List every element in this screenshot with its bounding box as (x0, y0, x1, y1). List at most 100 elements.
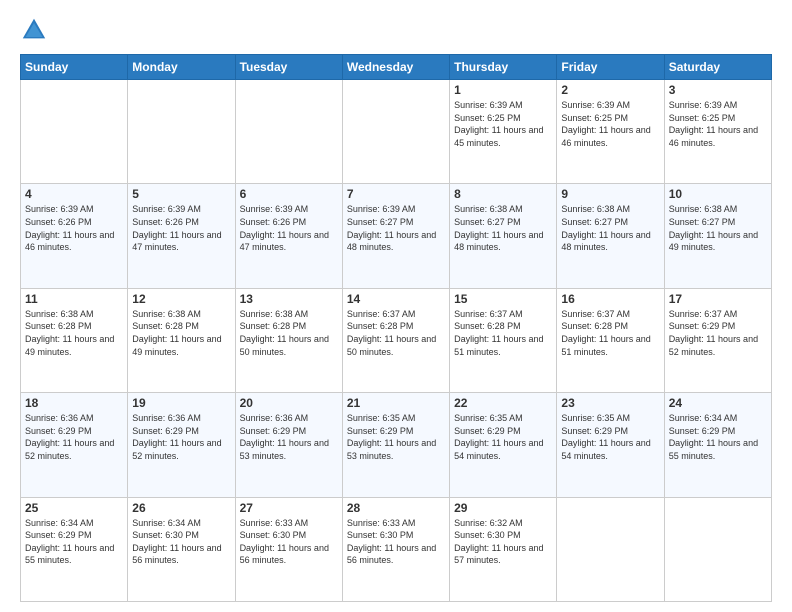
day-number: 15 (454, 292, 552, 306)
weekday-header-row: SundayMondayTuesdayWednesdayThursdayFrid… (21, 55, 772, 80)
calendar-cell: 19 Sunrise: 6:36 AM Sunset: 6:29 PM Dayli… (128, 393, 235, 497)
calendar-cell: 9 Sunrise: 6:38 AM Sunset: 6:27 PM Daylig… (557, 184, 664, 288)
calendar-cell: 5 Sunrise: 6:39 AM Sunset: 6:26 PM Daylig… (128, 184, 235, 288)
day-info: Sunrise: 6:36 AM Sunset: 6:29 PM Dayligh… (25, 412, 123, 462)
weekday-header: Monday (128, 55, 235, 80)
calendar-cell: 15 Sunrise: 6:37 AM Sunset: 6:28 PM Dayli… (450, 288, 557, 392)
day-number: 6 (240, 187, 338, 201)
day-number: 29 (454, 501, 552, 515)
calendar-cell: 29Sunrise: 6:32 AM Sunset: 6:30 PM Dayli… (450, 497, 557, 601)
calendar-cell: 12 Sunrise: 6:38 AM Sunset: 6:28 PM Dayli… (128, 288, 235, 392)
day-number: 28 (347, 501, 445, 515)
day-number: 12 (132, 292, 230, 306)
calendar-cell: 1 Sunrise: 6:39 AM Sunset: 6:25 PM Daylig… (450, 80, 557, 184)
calendar-cell (342, 80, 449, 184)
day-number: 10 (669, 187, 767, 201)
calendar-cell: 21 Sunrise: 6:35 AM Sunset: 6:29 PM Dayli… (342, 393, 449, 497)
day-info: Sunrise: 6:39 AM Sunset: 6:27 PM Dayligh… (347, 203, 445, 253)
calendar-cell (557, 497, 664, 601)
day-info: Sunrise: 6:37 AM Sunset: 6:28 PM Dayligh… (561, 308, 659, 358)
day-info: Sunrise: 6:39 AM Sunset: 6:25 PM Dayligh… (454, 99, 552, 149)
day-info: Sunrise: 6:38 AM Sunset: 6:28 PM Dayligh… (25, 308, 123, 358)
day-info: Sunrise: 6:38 AM Sunset: 6:27 PM Dayligh… (561, 203, 659, 253)
day-info: Sunrise: 6:39 AM Sunset: 6:25 PM Dayligh… (669, 99, 767, 149)
calendar-cell: 13Sunrise: 6:38 AM Sunset: 6:28 PM Dayli… (235, 288, 342, 392)
day-number: 9 (561, 187, 659, 201)
logo (20, 16, 52, 44)
day-number: 16 (561, 292, 659, 306)
day-info: Sunrise: 6:34 AM Sunset: 6:30 PM Dayligh… (132, 517, 230, 567)
calendar-cell: 4 Sunrise: 6:39 AM Sunset: 6:26 PM Daylig… (21, 184, 128, 288)
day-info: Sunrise: 6:37 AM Sunset: 6:29 PM Dayligh… (669, 308, 767, 358)
day-number: 18 (25, 396, 123, 410)
calendar-cell: 20Sunrise: 6:36 AM Sunset: 6:29 PM Dayli… (235, 393, 342, 497)
day-info: Sunrise: 6:36 AM Sunset: 6:29 PM Dayligh… (132, 412, 230, 462)
day-info: Sunrise: 6:39 AM Sunset: 6:25 PM Dayligh… (561, 99, 659, 149)
calendar-cell: 3 Sunrise: 6:39 AM Sunset: 6:25 PM Daylig… (664, 80, 771, 184)
weekday-header: Thursday (450, 55, 557, 80)
day-number: 1 (454, 83, 552, 97)
day-number: 8 (454, 187, 552, 201)
day-number: 11 (25, 292, 123, 306)
calendar-cell (235, 80, 342, 184)
day-info: Sunrise: 6:37 AM Sunset: 6:28 PM Dayligh… (347, 308, 445, 358)
day-number: 27 (240, 501, 338, 515)
day-number: 4 (25, 187, 123, 201)
day-info: Sunrise: 6:34 AM Sunset: 6:29 PM Dayligh… (25, 517, 123, 567)
day-number: 17 (669, 292, 767, 306)
logo-icon (20, 16, 48, 44)
calendar-cell: 22 Sunrise: 6:35 AM Sunset: 6:29 PM Dayli… (450, 393, 557, 497)
calendar-cell: 2Sunrise: 6:39 AM Sunset: 6:25 PM Daylig… (557, 80, 664, 184)
day-info: Sunrise: 6:38 AM Sunset: 6:28 PM Dayligh… (132, 308, 230, 358)
day-info: Sunrise: 6:34 AM Sunset: 6:29 PM Dayligh… (669, 412, 767, 462)
day-number: 3 (669, 83, 767, 97)
calendar-cell: 8 Sunrise: 6:38 AM Sunset: 6:27 PM Daylig… (450, 184, 557, 288)
day-info: Sunrise: 6:35 AM Sunset: 6:29 PM Dayligh… (561, 412, 659, 462)
calendar-cell: 25 Sunrise: 6:34 AM Sunset: 6:29 PM Dayli… (21, 497, 128, 601)
weekday-header: Friday (557, 55, 664, 80)
calendar-table: SundayMondayTuesdayWednesdayThursdayFrid… (20, 54, 772, 602)
day-info: Sunrise: 6:37 AM Sunset: 6:28 PM Dayligh… (454, 308, 552, 358)
calendar-week-row: 1 Sunrise: 6:39 AM Sunset: 6:25 PM Daylig… (21, 80, 772, 184)
day-number: 13 (240, 292, 338, 306)
day-info: Sunrise: 6:35 AM Sunset: 6:29 PM Dayligh… (347, 412, 445, 462)
day-info: Sunrise: 6:39 AM Sunset: 6:26 PM Dayligh… (240, 203, 338, 253)
day-number: 7 (347, 187, 445, 201)
calendar-week-row: 4 Sunrise: 6:39 AM Sunset: 6:26 PM Daylig… (21, 184, 772, 288)
day-info: Sunrise: 6:38 AM Sunset: 6:27 PM Dayligh… (669, 203, 767, 253)
weekday-header: Saturday (664, 55, 771, 80)
calendar-cell: 6 Sunrise: 6:39 AM Sunset: 6:26 PM Daylig… (235, 184, 342, 288)
calendar-week-row: 11 Sunrise: 6:38 AM Sunset: 6:28 PM Dayli… (21, 288, 772, 392)
calendar-week-row: 18 Sunrise: 6:36 AM Sunset: 6:29 PM Dayli… (21, 393, 772, 497)
header (20, 16, 772, 44)
day-number: 19 (132, 396, 230, 410)
day-number: 23 (561, 396, 659, 410)
day-info: Sunrise: 6:35 AM Sunset: 6:29 PM Dayligh… (454, 412, 552, 462)
calendar-cell (21, 80, 128, 184)
calendar-cell: 23 Sunrise: 6:35 AM Sunset: 6:29 PM Dayli… (557, 393, 664, 497)
calendar-cell: 28 Sunrise: 6:33 AM Sunset: 6:30 PM Dayli… (342, 497, 449, 601)
calendar-cell: 10 Sunrise: 6:38 AM Sunset: 6:27 PM Dayli… (664, 184, 771, 288)
day-number: 5 (132, 187, 230, 201)
calendar-cell: 27 Sunrise: 6:33 AM Sunset: 6:30 PM Dayli… (235, 497, 342, 601)
calendar-week-row: 25 Sunrise: 6:34 AM Sunset: 6:29 PM Dayli… (21, 497, 772, 601)
day-info: Sunrise: 6:39 AM Sunset: 6:26 PM Dayligh… (25, 203, 123, 253)
calendar-cell: 17 Sunrise: 6:37 AM Sunset: 6:29 PM Dayli… (664, 288, 771, 392)
day-number: 26 (132, 501, 230, 515)
day-info: Sunrise: 6:38 AM Sunset: 6:27 PM Dayligh… (454, 203, 552, 253)
day-info: Sunrise: 6:33 AM Sunset: 6:30 PM Dayligh… (347, 517, 445, 567)
day-info: Sunrise: 6:36 AM Sunset: 6:29 PM Dayligh… (240, 412, 338, 462)
day-number: 21 (347, 396, 445, 410)
day-info: Sunrise: 6:39 AM Sunset: 6:26 PM Dayligh… (132, 203, 230, 253)
day-number: 22 (454, 396, 552, 410)
calendar-cell: 11 Sunrise: 6:38 AM Sunset: 6:28 PM Dayli… (21, 288, 128, 392)
weekday-header: Tuesday (235, 55, 342, 80)
calendar-cell: 7 Sunrise: 6:39 AM Sunset: 6:27 PM Daylig… (342, 184, 449, 288)
day-number: 25 (25, 501, 123, 515)
calendar-cell: 24 Sunrise: 6:34 AM Sunset: 6:29 PM Dayli… (664, 393, 771, 497)
calendar-cell: 26 Sunrise: 6:34 AM Sunset: 6:30 PM Dayli… (128, 497, 235, 601)
day-number: 24 (669, 396, 767, 410)
weekday-header: Sunday (21, 55, 128, 80)
calendar-cell: 16 Sunrise: 6:37 AM Sunset: 6:28 PM Dayli… (557, 288, 664, 392)
day-info: Sunrise: 6:33 AM Sunset: 6:30 PM Dayligh… (240, 517, 338, 567)
